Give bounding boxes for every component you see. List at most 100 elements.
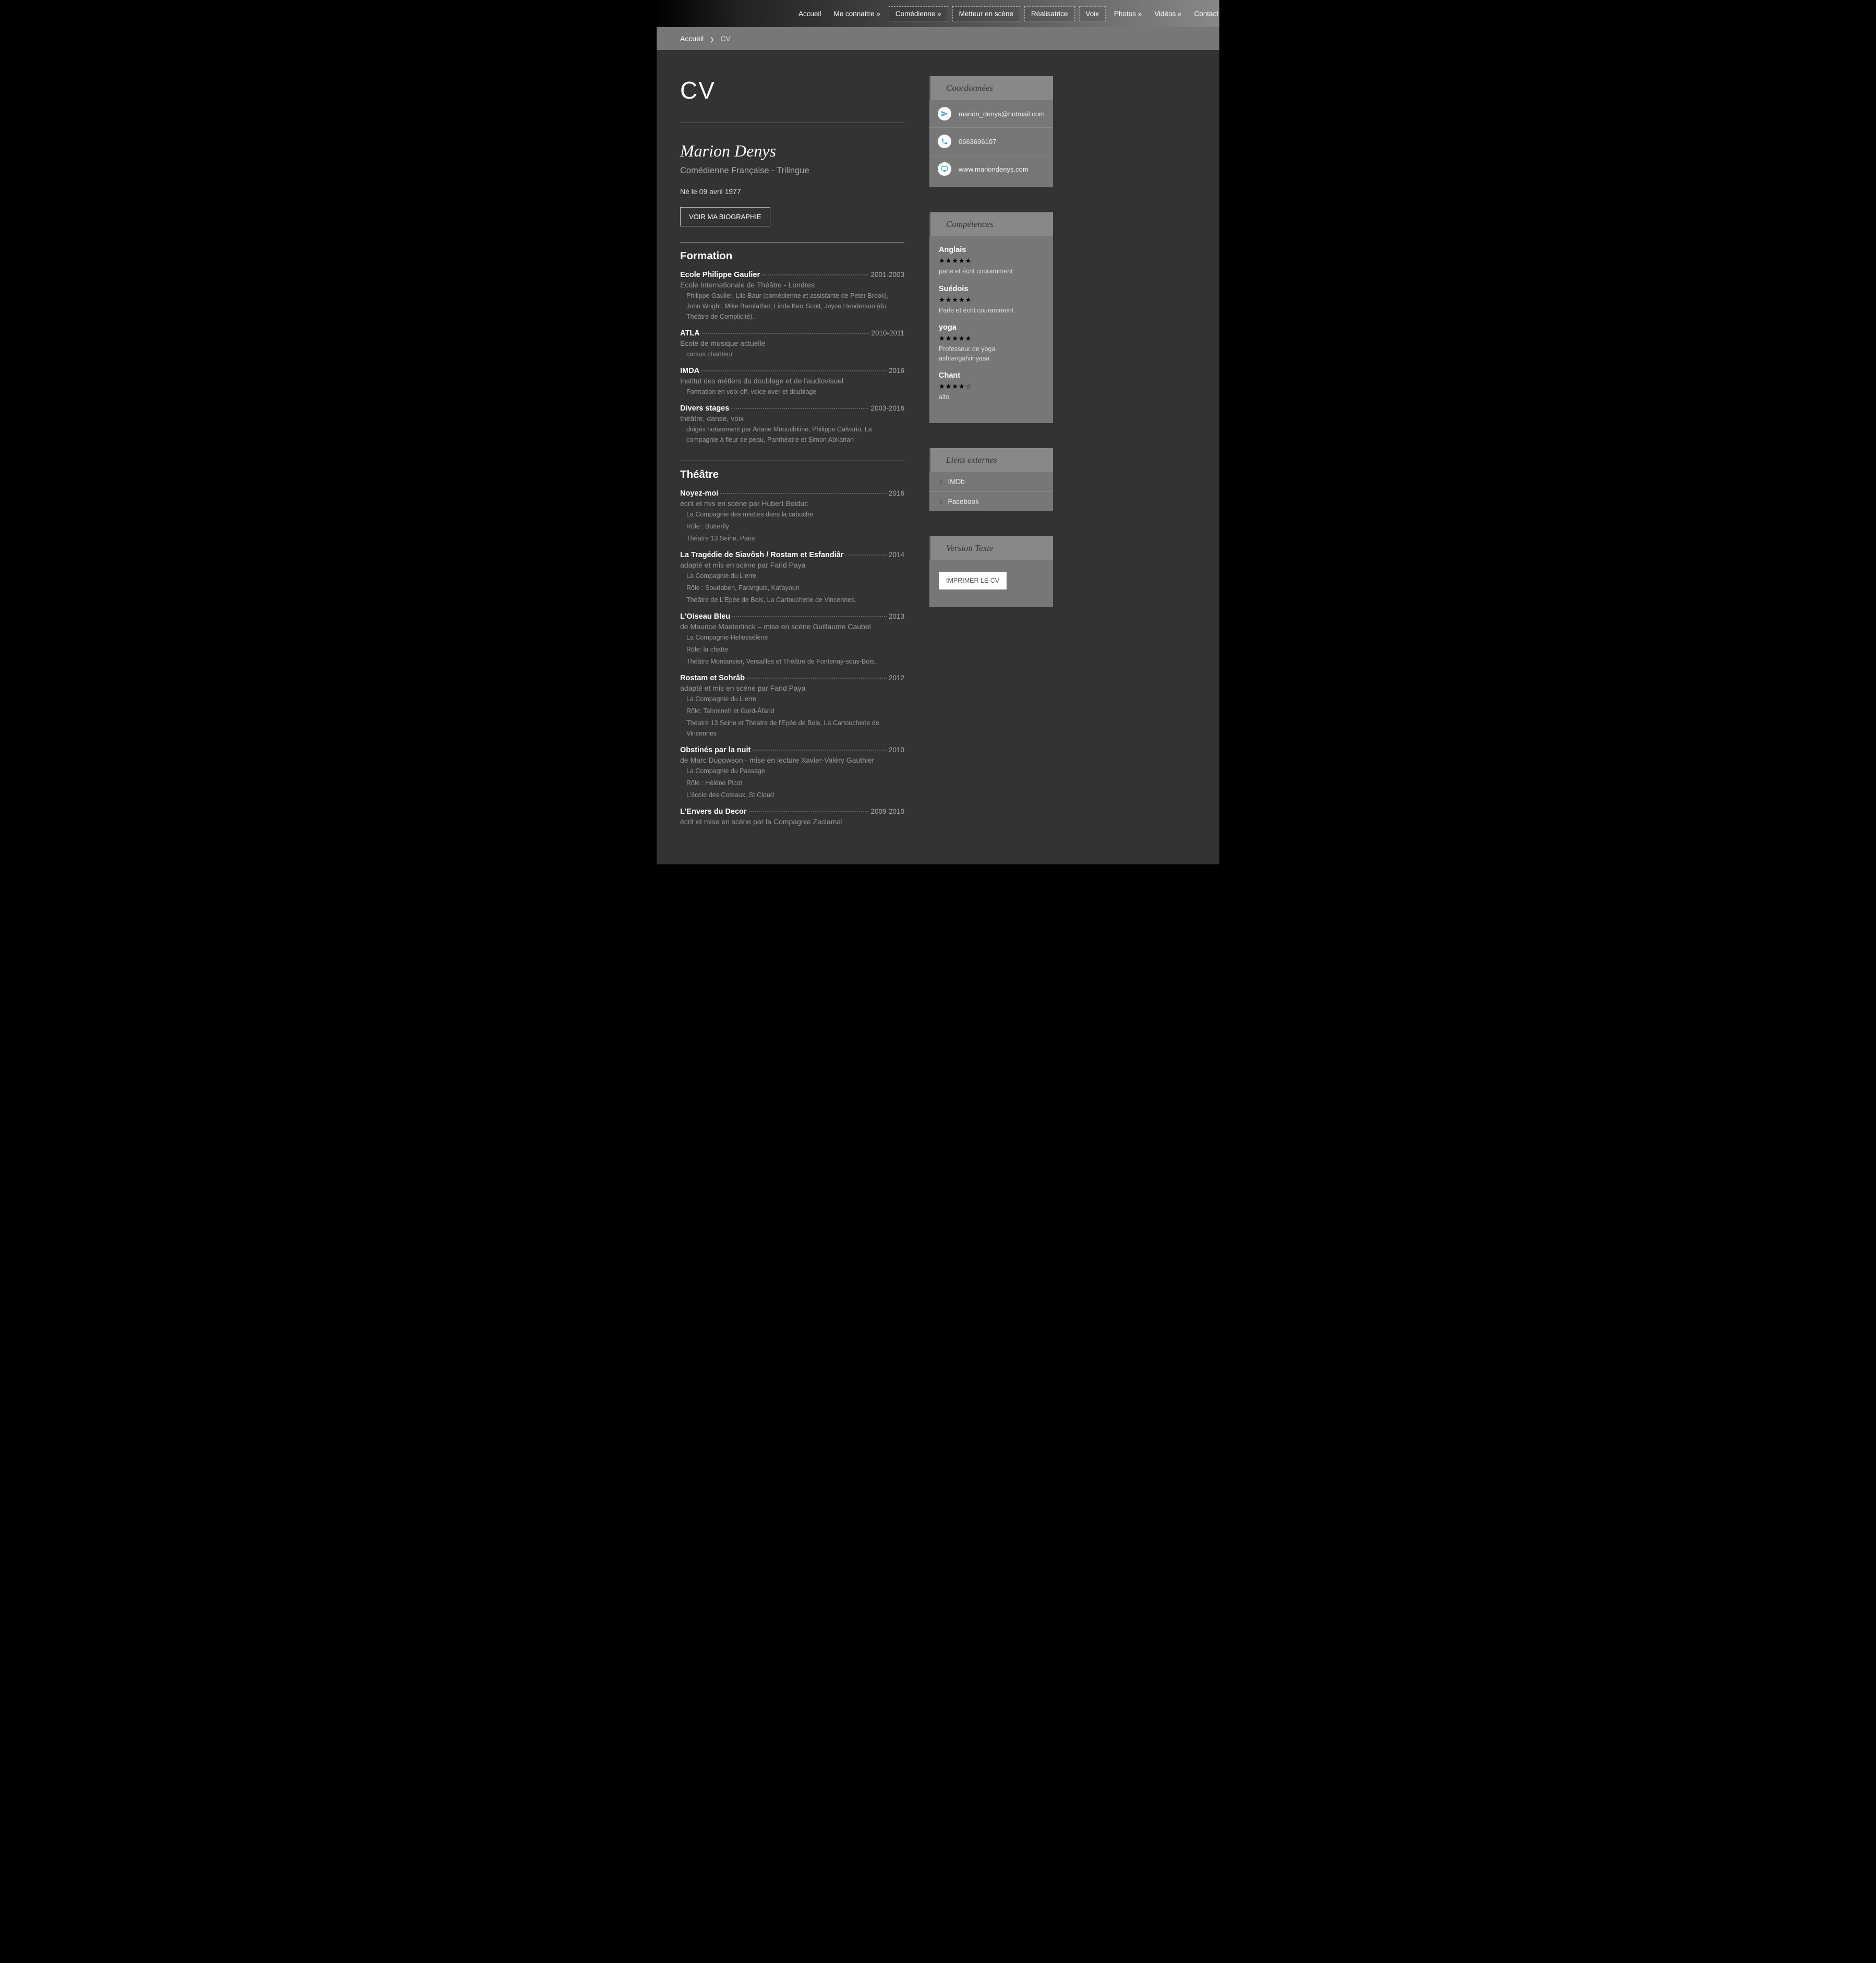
chevron-right-icon: ❯ — [939, 499, 943, 504]
entry-detail: Rôle: Tahmineh et Gord-Âfarid — [680, 706, 904, 716]
entry-subtitle: théâtre, danse, voix — [680, 414, 904, 423]
entry-date: 2012 — [889, 674, 904, 682]
competence-name: Anglais — [939, 246, 1044, 254]
breadcrumb-current: CV — [720, 34, 730, 43]
entry-subtitle: écrit et mise en scène par la Compagnie … — [680, 817, 904, 826]
chevron-right-icon: ❯ — [939, 479, 943, 485]
entry-detail: dirigés notamment par Ariane Mnouchkine,… — [680, 424, 904, 445]
external-link[interactable]: ❯ IMDb — [929, 472, 1053, 492]
biography-button[interactable]: VOIR MA BIOGRAPHIE — [680, 207, 770, 226]
competence-item: Suédois ★★★★★ Parle et écrit couramment — [929, 285, 1053, 324]
entry-title: La Tragédie de Siavôsh / Rostam et Esfan… — [680, 551, 843, 559]
star-rating: ★★★★★ — [939, 334, 1044, 343]
section-title-formation: Formation — [680, 250, 904, 262]
star-rating: ★★★★★ — [939, 296, 1044, 304]
entry-detail: Rôle : Soudabeh, Faranguis, Kaťayoun — [680, 583, 904, 593]
card-title: Coordonnées — [929, 76, 1053, 100]
top-nav: AccueilMe connaitre »Comédienne » Metteur… — [657, 0, 1219, 27]
entry-detail: La Compagnie du Lierre — [680, 694, 904, 704]
entry-title: L'Envers du Decor — [680, 808, 747, 816]
contact-item[interactable]: marion_denys@hotmail.com — [929, 100, 1053, 128]
birth-date: Né le 09 avril 1977 — [680, 187, 904, 196]
entry-detail: Formation en voix off, voice over et dou… — [680, 387, 904, 397]
contact-text: 0663696107 — [959, 138, 996, 146]
section-title-theatre: Théâtre — [680, 468, 904, 481]
dotted-leader — [762, 274, 868, 275]
entry-subtitle: Ecole de musique actuelle — [680, 339, 904, 347]
dotted-leader — [753, 750, 887, 751]
entry-detail: Philippe Gaulier, Lilo Baur (comédienne … — [680, 291, 904, 322]
dotted-leader — [845, 555, 886, 556]
card-coordonnees: Coordonnées marion_denys@hotmail.com 0663… — [929, 76, 1053, 187]
entry-subtitle: Institut des métiers du doublage et de l… — [680, 377, 904, 385]
card-competences: Compétences Anglais ★★★★★ parle et écrit… — [929, 212, 1053, 423]
cv-entry: L'Envers du Decor 2009-2010 écrit et mis… — [680, 808, 904, 826]
entry-title: Noyez-moi — [680, 489, 718, 498]
entry-date: 2001-2003 — [870, 271, 904, 279]
competence-name: Chant — [939, 371, 1044, 380]
entry-date: 2016 — [889, 367, 904, 375]
cv-entry: Divers stages 2003-2016 théâtre, danse, … — [680, 404, 904, 445]
star-rating: ★★★★☆ — [939, 382, 1044, 391]
entry-date: 2009-2010 — [870, 808, 904, 815]
sidebar: Coordonnées marion_denys@hotmail.com 0663… — [929, 76, 1053, 632]
contact-item[interactable]: www.mariondenys.com — [929, 155, 1053, 187]
entry-title: Rostam et Sohrâb — [680, 674, 745, 682]
nav-item[interactable]: Vidéos » — [1148, 7, 1188, 21]
entry-subtitle: adapté et mis en scène par Farid Paya — [680, 561, 904, 569]
entry-detail: Théâtre de L'Epée de Bois, La Cartoucher… — [680, 595, 904, 605]
competence-item: yoga ★★★★★ Professeur de yoga ashtanga/v… — [929, 323, 1053, 371]
dotted-leader — [701, 370, 887, 371]
competence-item: Chant ★★★★☆ alto — [929, 371, 1053, 411]
person-subtitle: Comédienne Française - Trilingue — [680, 166, 904, 176]
nav-item[interactable]: Réalisatrice — [1024, 6, 1075, 21]
breadcrumb: Accueil ❯ CV — [657, 27, 1219, 50]
nav-item[interactable]: Photos » — [1108, 7, 1148, 21]
external-link[interactable]: ❯ Facebook — [929, 492, 1053, 511]
entry-detail: Rôle : Hélène Picot — [680, 778, 904, 788]
entry-date: 2013 — [889, 612, 904, 620]
contact-item[interactable]: 0663696107 — [929, 128, 1053, 155]
entry-detail: Théatre 13 Seine, Paris — [680, 533, 904, 544]
nav-item[interactable]: Voix — [1079, 6, 1106, 21]
entry-date: 2016 — [889, 489, 904, 497]
card-title: Version Texte — [929, 536, 1053, 560]
competence-item: Anglais ★★★★★ parle et écrit couramment — [929, 246, 1053, 285]
contact-text: marion_denys@hotmail.com — [959, 110, 1045, 118]
entry-subtitle: adapté et mis en scène par Farid Paya — [680, 684, 904, 692]
nav-item[interactable]: Metteur en scène — [952, 6, 1020, 21]
entry-date: 2010-2011 — [871, 329, 904, 337]
entry-subtitle: écrit et mis en scène par Hubert Bolduc — [680, 499, 904, 508]
nav-item[interactable]: Me connaitre » — [828, 7, 887, 21]
entry-detail: L'école des Coteaux, St Cloud — [680, 790, 904, 800]
entry-subtitle: Ecole Internationale de Théâtre - Londre… — [680, 281, 904, 289]
send-icon — [938, 107, 951, 121]
entry-title: L'Oiseau Bleu — [680, 612, 730, 621]
card-title: Compétences — [929, 212, 1053, 236]
dotted-leader — [747, 678, 887, 679]
entry-detail: Théatre 13 Seine et Théatre de l'Epée de… — [680, 718, 904, 739]
entry-detail: La Compagnie du Passage — [680, 766, 904, 776]
competence-note: alto — [939, 393, 1044, 402]
dotted-leader — [702, 333, 869, 334]
competence-note: Professeur de yoga ashtanga/vinyasa — [939, 345, 1044, 363]
entry-detail: La Compagnie Heliosséléné — [680, 632, 904, 643]
competence-note: parle et écrit couramment — [939, 267, 1044, 276]
nav-item[interactable]: Comédienne » — [889, 6, 948, 21]
dotted-leader — [731, 408, 868, 409]
card-liens: Liens externes ❯IMDb❯Facebook — [929, 448, 1053, 511]
cv-entry: ATLA 2010-2011 Ecole de musique actuelle… — [680, 329, 904, 359]
cv-entry: Rostam et Sohrâb 2012 adapté et mis en s… — [680, 674, 904, 739]
breadcrumb-home[interactable]: Accueil — [680, 34, 704, 43]
contact-text: www.mariondenys.com — [959, 165, 1028, 173]
entry-detail: Théâtre Montansier, Versailles et Théâtr… — [680, 656, 904, 667]
entry-title: IMDA — [680, 367, 699, 375]
nav-item[interactable]: Contact — [1188, 7, 1225, 21]
nav-item[interactable]: Accueil — [792, 7, 828, 21]
entry-subtitle: de Maurice Maeterlinck – mise en scène G… — [680, 622, 904, 631]
link-label: IMDb — [948, 478, 965, 486]
print-button[interactable]: IMPRIMER LE CV — [939, 572, 1007, 589]
link-label: Facebook — [948, 498, 979, 505]
cv-entry: Obstinés par la nuit 2010 de Marc Dugows… — [680, 746, 904, 800]
cv-entry: Noyez-moi 2016 écrit et mis en scène par… — [680, 489, 904, 544]
